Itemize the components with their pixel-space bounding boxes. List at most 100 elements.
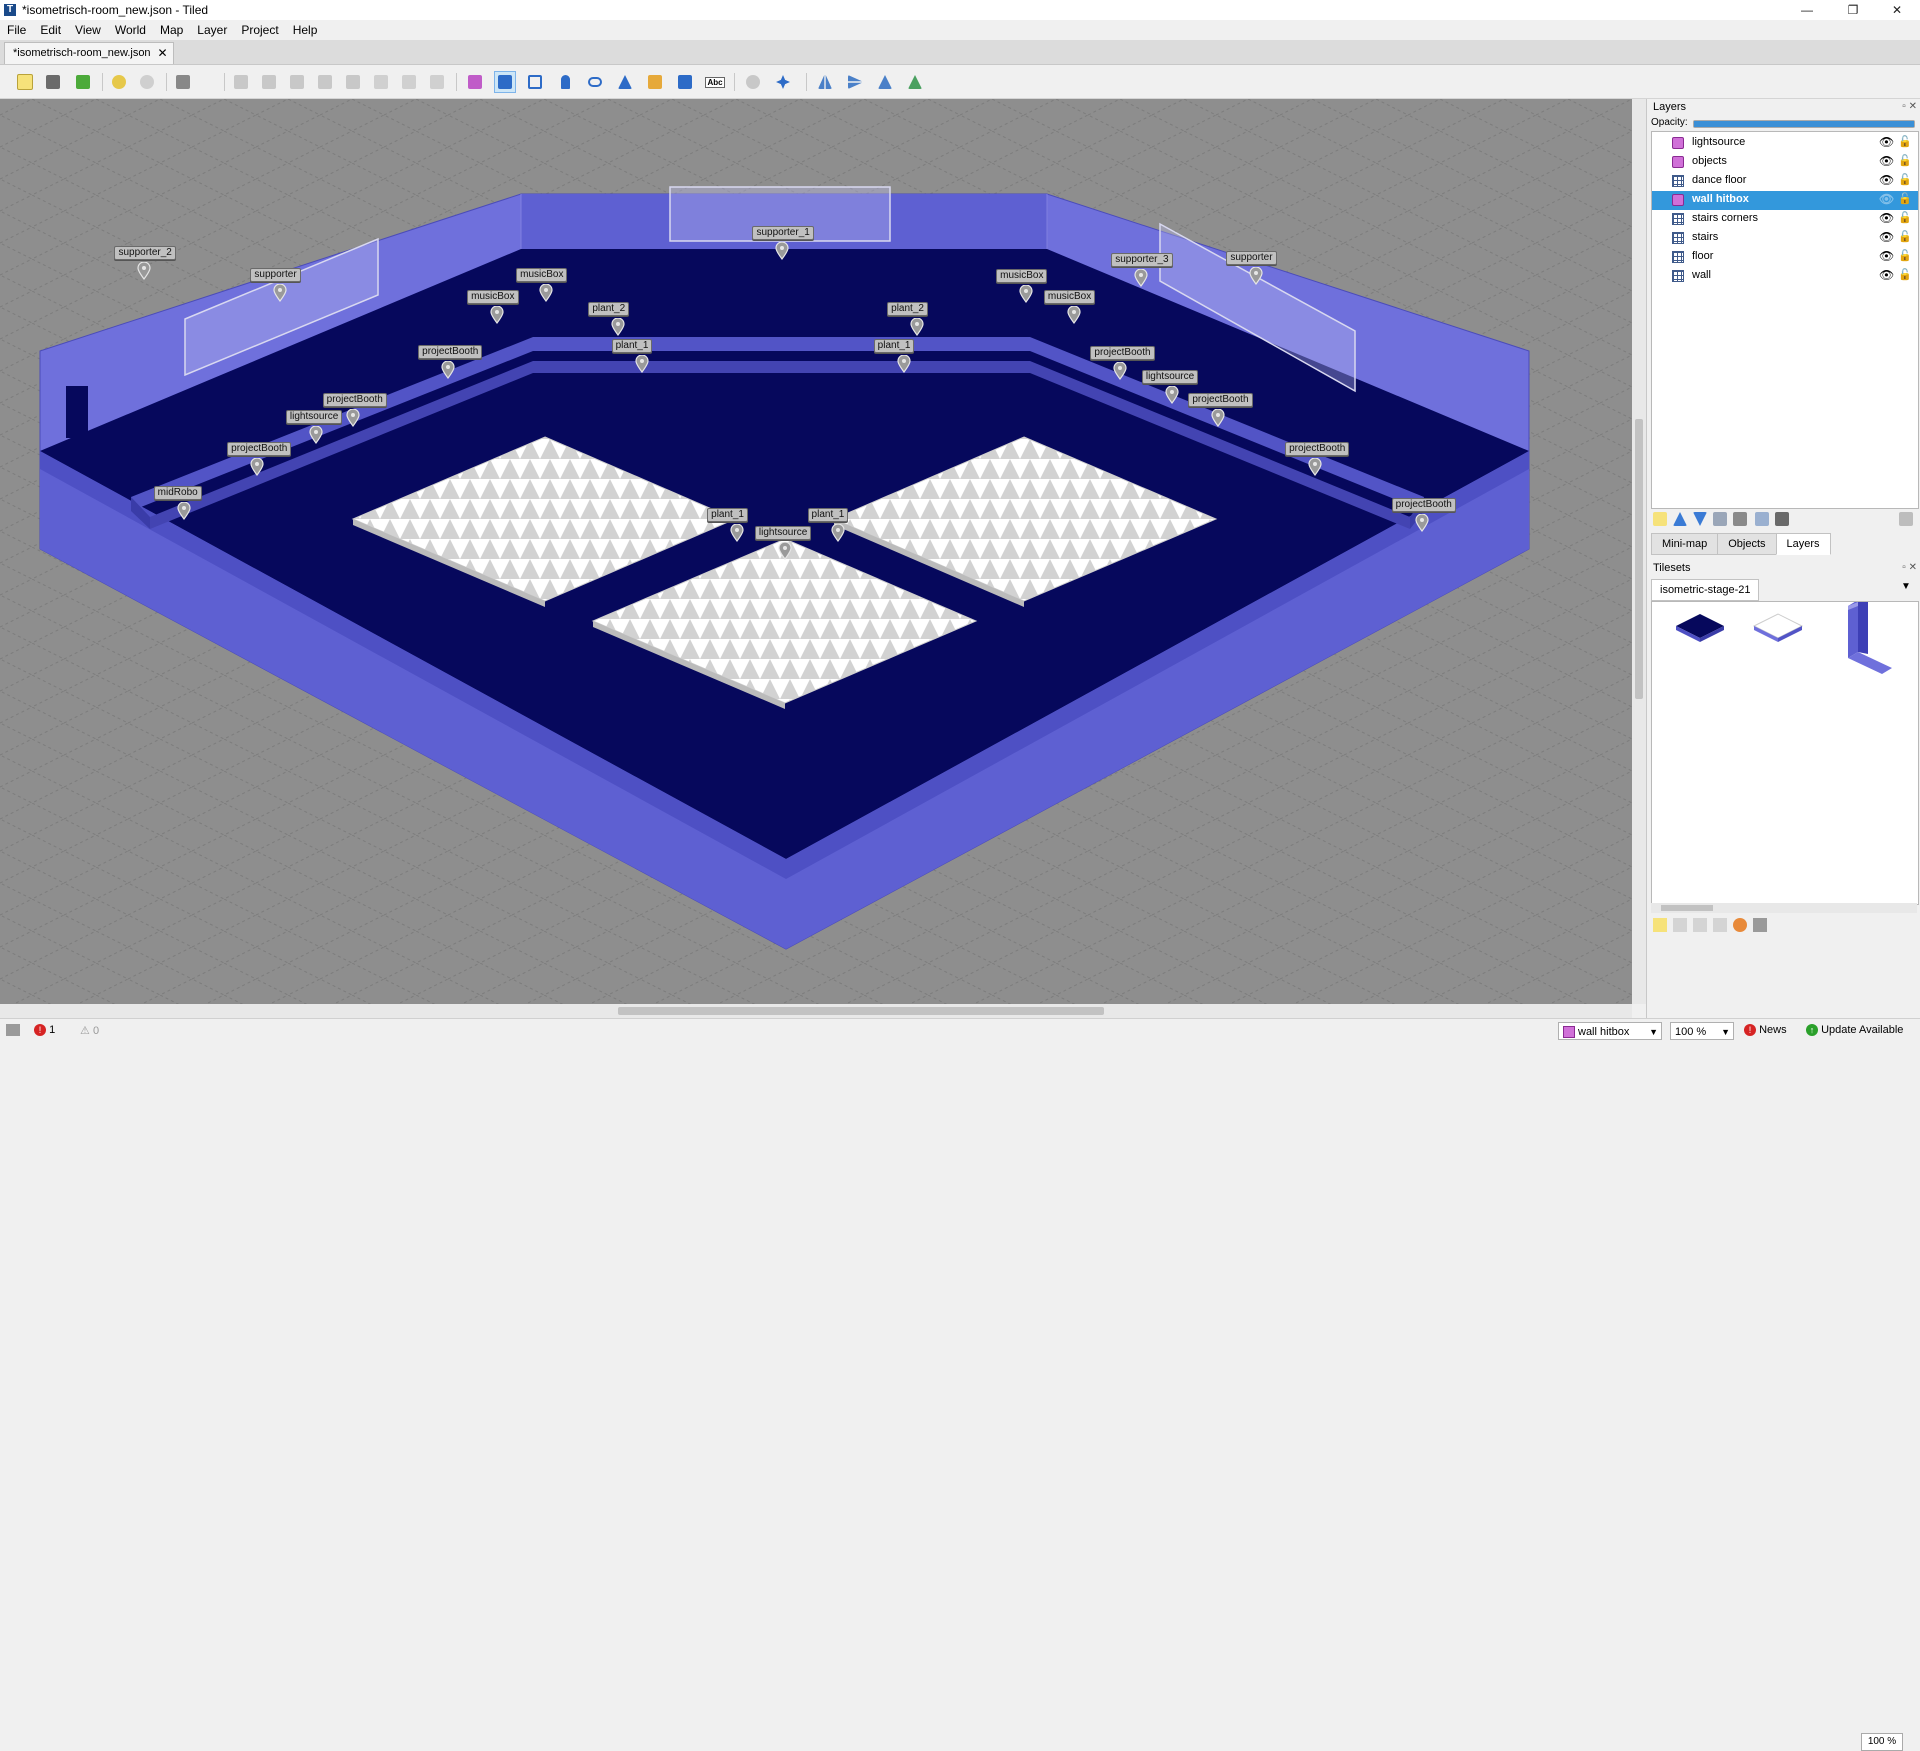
insert-polygon-button[interactable] (614, 71, 636, 93)
tile-floor[interactable] (1676, 614, 1724, 638)
map-object-pin-icon[interactable] (490, 305, 504, 324)
flip-horizontal-button[interactable] (814, 71, 836, 93)
map-object-pin-icon[interactable] (830, 523, 845, 542)
map-object-pin-icon[interactable] (611, 318, 625, 337)
horizontal-scroll-thumb[interactable] (618, 1007, 1104, 1015)
map-object-label[interactable]: plant_1 (611, 338, 653, 353)
layers-panel-controls[interactable]: ▫ ✕ (1902, 101, 1917, 112)
duplicate-layer-button[interactable] (1713, 512, 1727, 526)
export-tileset-button[interactable] (1693, 918, 1707, 932)
undo-button[interactable] (108, 71, 130, 93)
map-object-label[interactable]: lightsource (285, 409, 343, 424)
canvas-vertical-scrollbar[interactable] (1632, 99, 1646, 1004)
insert-template-button[interactable] (674, 71, 696, 93)
edit-tileset-button[interactable] (1713, 918, 1727, 932)
tile-dance[interactable] (1752, 613, 1804, 639)
menu-file[interactable]: File (0, 23, 33, 37)
map-object-pin-icon[interactable] (250, 457, 264, 476)
map-object-label[interactable]: projectBooth (227, 441, 292, 456)
map-object-pin-icon[interactable] (778, 542, 792, 561)
remove-layer-button[interactable] (1733, 512, 1747, 526)
map-object-pin-icon[interactable] (897, 354, 911, 373)
update-available-button[interactable]: ↑ Update Available (1806, 1024, 1903, 1036)
layer-row-lightsource[interactable]: lightsource 👁 🔓 (1652, 134, 1918, 153)
map-object-pin-icon[interactable] (137, 261, 152, 280)
tab-objects[interactable]: Objects (1717, 533, 1777, 555)
tab-layers[interactable]: Layers (1775, 533, 1831, 555)
map-object-label[interactable]: projectBooth (1090, 346, 1155, 361)
zoom-combo[interactable]: 100 % ▼ (1670, 1022, 1734, 1040)
map-object-label[interactable]: musicBox (996, 269, 1048, 284)
map-object-pin-icon[interactable] (1113, 362, 1128, 381)
magic-wand-button[interactable] (398, 71, 420, 93)
layer-row-stairs[interactable]: stairs 👁 🔓 (1652, 229, 1918, 248)
tile-wall-corner[interactable] (1848, 602, 1858, 658)
insert-text-button[interactable]: Abc (704, 71, 726, 93)
opacity-slider[interactable] (1693, 120, 1915, 128)
open-file-button[interactable] (42, 71, 64, 93)
terrain-tileset-button[interactable] (1733, 918, 1747, 932)
visibility-eye-icon[interactable]: 👁 (1879, 211, 1894, 225)
tileset-scrollbar[interactable] (1651, 903, 1917, 913)
commands-button[interactable] (172, 71, 194, 93)
map-object-label[interactable]: musicBox (467, 289, 519, 304)
tileset-scroll-thumb[interactable] (1661, 905, 1713, 911)
eraser-button[interactable] (342, 71, 364, 93)
edit-polygons-button[interactable] (494, 71, 516, 93)
menu-map[interactable]: Map (153, 23, 190, 37)
layer-row-objects[interactable]: objects 👁 🔓 (1652, 153, 1918, 172)
map-object-label[interactable]: projectBooth (322, 392, 387, 407)
menu-project[interactable]: Project (234, 23, 285, 37)
current-layer-combo[interactable]: wall hitbox ▼ (1558, 1022, 1662, 1040)
map-object-pin-icon[interactable] (775, 242, 790, 261)
remove-tileset-button[interactable] (1753, 918, 1767, 932)
insert-ellipse-button[interactable] (584, 71, 606, 93)
terrain-brush-button[interactable] (258, 71, 280, 93)
lock-icon[interactable]: 🔓 (1898, 154, 1912, 167)
flip-vertical-button[interactable] (844, 71, 866, 93)
shape-fill-button[interactable] (314, 71, 336, 93)
map-object-label[interactable]: plant_2 (588, 302, 630, 317)
map-object-pin-icon[interactable] (1308, 457, 1322, 476)
embed-tileset-button[interactable] (1673, 918, 1687, 932)
map-object-label[interactable]: supporter_2 (114, 245, 176, 260)
layer-row-wall[interactable]: wall 👁 🔓 (1652, 267, 1918, 286)
tileset-tab[interactable]: isometric-stage-21 (1651, 579, 1760, 601)
visibility-eye-icon[interactable]: 👁 (1879, 230, 1894, 244)
close-tab-icon[interactable]: ✕ (158, 43, 168, 63)
map-object-label[interactable]: supporter_3 (1111, 253, 1173, 268)
map-object-label[interactable]: supporter (1226, 250, 1277, 265)
layers-list[interactable]: lightsource 👁 🔓 objects 👁 🔓 dance floor … (1651, 131, 1919, 509)
map-object-label[interactable]: supporter_1 (752, 226, 814, 241)
console-icon[interactable] (6, 1024, 20, 1036)
lock-icon[interactable]: 🔓 (1898, 211, 1912, 224)
lock-icon[interactable]: 🔓 (1898, 192, 1912, 205)
lock-icon[interactable]: 🔓 (1898, 230, 1912, 243)
save-file-button[interactable] (72, 71, 94, 93)
map-object-label[interactable]: plant_1 (873, 338, 915, 353)
maximize-button[interactable]: ❐ (1830, 0, 1876, 20)
layer-row-floor[interactable]: floor 👁 🔓 (1652, 248, 1918, 267)
menu-layer[interactable]: Layer (190, 23, 234, 37)
tileset-dropdown-icon[interactable]: ▼ (1901, 581, 1911, 592)
close-window-button[interactable]: ✕ (1874, 0, 1920, 20)
rect-select-button[interactable] (370, 71, 392, 93)
map-object-label[interactable]: projectBooth (1391, 498, 1456, 513)
stamp-brush-button[interactable] (230, 71, 252, 93)
map-object-pin-icon[interactable] (1165, 385, 1179, 404)
visibility-eye-icon[interactable]: 👁 (1879, 192, 1894, 206)
map-object-label[interactable]: lightsource (1141, 369, 1199, 384)
map-object-label[interactable]: lightsource (754, 526, 812, 541)
map-object-pin-icon[interactable] (910, 318, 924, 337)
toggle-other-layers-button[interactable] (1755, 512, 1769, 526)
rotate-left-button[interactable] (874, 71, 896, 93)
error-indicator[interactable]: ! 1 (34, 1024, 55, 1036)
visibility-eye-icon[interactable]: 👁 (1879, 154, 1894, 168)
tileset-zoom-field[interactable]: 100 % (1861, 1733, 1903, 1751)
map-object-label[interactable]: plant_2 (887, 302, 928, 317)
move-world-button[interactable] (772, 71, 794, 93)
map-object-label[interactable]: musicBox (1043, 289, 1096, 304)
raise-layer-button[interactable] (1673, 512, 1687, 526)
map-object-label[interactable]: supporter (250, 267, 301, 282)
layers-menu-button[interactable] (1899, 512, 1913, 526)
